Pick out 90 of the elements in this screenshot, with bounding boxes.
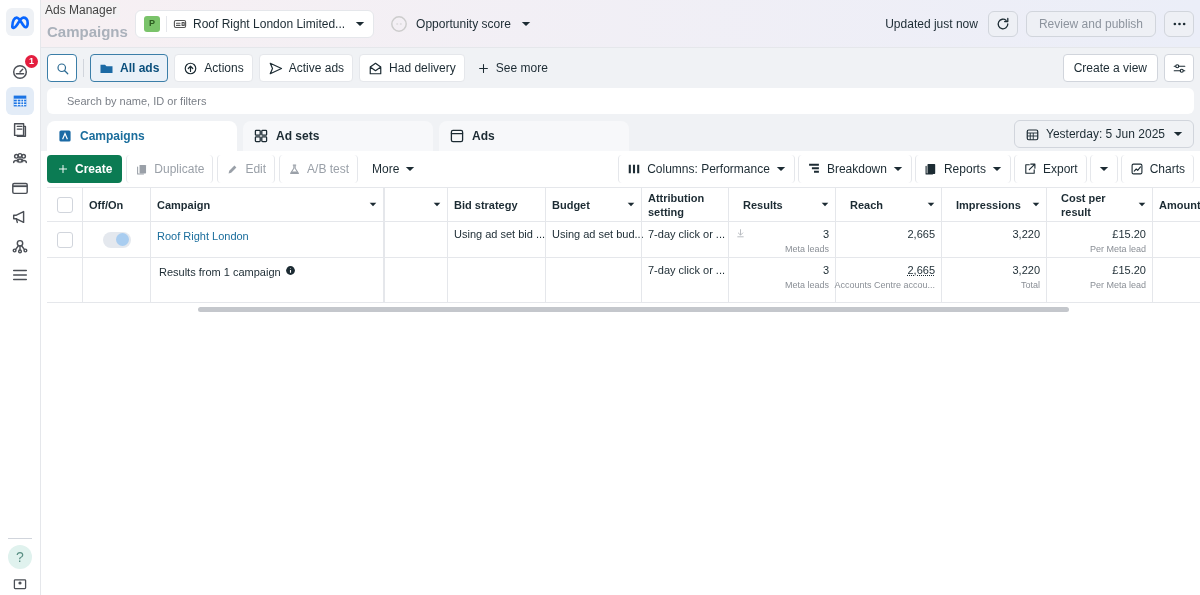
filter-button[interactable]: Active ads bbox=[258, 54, 354, 82]
download-icon bbox=[735, 228, 746, 239]
search-button[interactable] bbox=[47, 54, 77, 82]
flask-icon bbox=[288, 162, 302, 176]
tab[interactable]: Campaigns bbox=[47, 121, 237, 151]
more-button[interactable]: More bbox=[362, 155, 426, 183]
caret-icon bbox=[355, 20, 366, 27]
row-checkbox[interactable] bbox=[56, 231, 73, 248]
cell-value: 3 bbox=[822, 228, 829, 241]
caret-icon bbox=[520, 20, 531, 27]
filter-button[interactable]: Had delivery bbox=[359, 54, 465, 82]
toggle-switch[interactable] bbox=[102, 231, 131, 248]
caret-icon bbox=[405, 166, 416, 172]
toolbar-button[interactable]: Breakdown bbox=[797, 155, 912, 183]
up-arrow-circle-icon bbox=[183, 60, 199, 76]
search-field[interactable]: Search by name, ID or filters bbox=[47, 88, 1194, 114]
envelope-icon bbox=[368, 60, 384, 76]
page-title: Campaigns bbox=[47, 24, 128, 39]
toolbar-button[interactable]: Columns: Performance bbox=[618, 155, 795, 183]
gauge-icon bbox=[11, 63, 29, 81]
toolbar-button[interactable]: Reports bbox=[914, 155, 1011, 183]
export-icon bbox=[1022, 162, 1037, 176]
tab[interactable]: Ads bbox=[439, 121, 629, 151]
cell-value: 2,665 bbox=[907, 228, 935, 241]
cell-value: 2,665 bbox=[907, 264, 935, 277]
caret-icon bbox=[1173, 131, 1183, 137]
campaign-icon bbox=[57, 128, 73, 144]
column-header: Cost per result bbox=[1061, 190, 1107, 219]
column-header: Off/On bbox=[89, 197, 124, 212]
window-icon bbox=[449, 128, 465, 144]
create-button[interactable]: Create bbox=[47, 155, 123, 183]
cell-value: Using ad set bud... bbox=[552, 228, 644, 241]
info-icon bbox=[284, 265, 296, 276]
plus-icon bbox=[476, 61, 490, 75]
toolbar-button[interactable]: Export bbox=[1013, 155, 1087, 183]
cell-value: £15.20 bbox=[1112, 228, 1146, 241]
network-icon bbox=[11, 237, 29, 255]
cell-value: 3,220 bbox=[1012, 264, 1040, 277]
sidebar-item[interactable] bbox=[6, 87, 34, 115]
cell-caption: Per Meta lead bbox=[1089, 243, 1146, 256]
update-status: Updated just now bbox=[885, 15, 978, 33]
cell-caption: Meta leads bbox=[784, 243, 829, 256]
cell-value: 3,220 bbox=[1012, 228, 1040, 241]
copy-icon bbox=[135, 162, 149, 176]
cell-value: Using ad set bid ... bbox=[454, 228, 546, 241]
summary-label: Results from 1 campaign bbox=[159, 265, 281, 280]
see-more-button[interactable]: See more bbox=[470, 54, 554, 82]
score-ring-icon bbox=[390, 14, 409, 33]
select-all-checkbox[interactable] bbox=[56, 196, 73, 213]
column-header: Campaign bbox=[157, 197, 211, 212]
account-selector[interactable]: P Roof Right London Limited... bbox=[135, 9, 375, 38]
campaign-link[interactable]: Roof Right London bbox=[157, 228, 249, 245]
cell-caption: Meta leads bbox=[784, 279, 829, 292]
tab[interactable]: Ad sets bbox=[243, 121, 433, 151]
cell-value: 7-day click or ... bbox=[648, 228, 726, 241]
cell-caption: Total bbox=[1021, 279, 1040, 292]
cell-caption: Accounts Centre accou... bbox=[834, 279, 935, 292]
grid-icon bbox=[253, 128, 269, 144]
columns-icon bbox=[627, 162, 642, 176]
scrollbar[interactable] bbox=[198, 307, 1069, 312]
cell-caption: Per Meta lead bbox=[1089, 279, 1146, 292]
column-header: Bid strategy bbox=[454, 197, 518, 212]
column-header: Budget bbox=[552, 197, 590, 212]
column-header: Results bbox=[743, 197, 783, 212]
refresh-button[interactable] bbox=[987, 10, 1018, 37]
calendar-icon bbox=[1025, 126, 1040, 142]
date-range-button[interactable]: Yesterday: 5 Jun 2025 bbox=[1014, 120, 1194, 148]
plus-icon bbox=[57, 163, 69, 175]
documents-icon bbox=[11, 121, 29, 139]
column-header: Attribution setting bbox=[648, 190, 706, 219]
create-view-button[interactable]: Create a view bbox=[1062, 54, 1158, 82]
opportunity-score-button[interactable]: Opportunity score bbox=[390, 14, 531, 33]
cell-value: 3 bbox=[822, 264, 829, 277]
column-header: Reach bbox=[850, 197, 884, 212]
cell-value: £15.20 bbox=[1112, 264, 1146, 277]
toolbar-button[interactable]: Charts bbox=[1120, 155, 1194, 183]
column-header: Amount bbox=[1159, 197, 1200, 212]
column-header: Impressions bbox=[956, 197, 1021, 212]
account-avatar: P bbox=[144, 15, 160, 32]
more-icon bbox=[1172, 21, 1186, 26]
send-icon bbox=[267, 60, 283, 76]
notification-badge: 1 bbox=[25, 55, 38, 68]
filter-button[interactable]: All ads bbox=[90, 54, 169, 82]
chart-icon bbox=[1129, 162, 1144, 176]
breakdown-icon bbox=[806, 162, 821, 176]
cell-value: 7-day click or ... bbox=[648, 264, 726, 277]
search-icon bbox=[54, 60, 70, 76]
reports-icon bbox=[923, 162, 938, 176]
customize-button[interactable] bbox=[1164, 54, 1194, 82]
filter-button[interactable]: Actions bbox=[174, 54, 253, 82]
